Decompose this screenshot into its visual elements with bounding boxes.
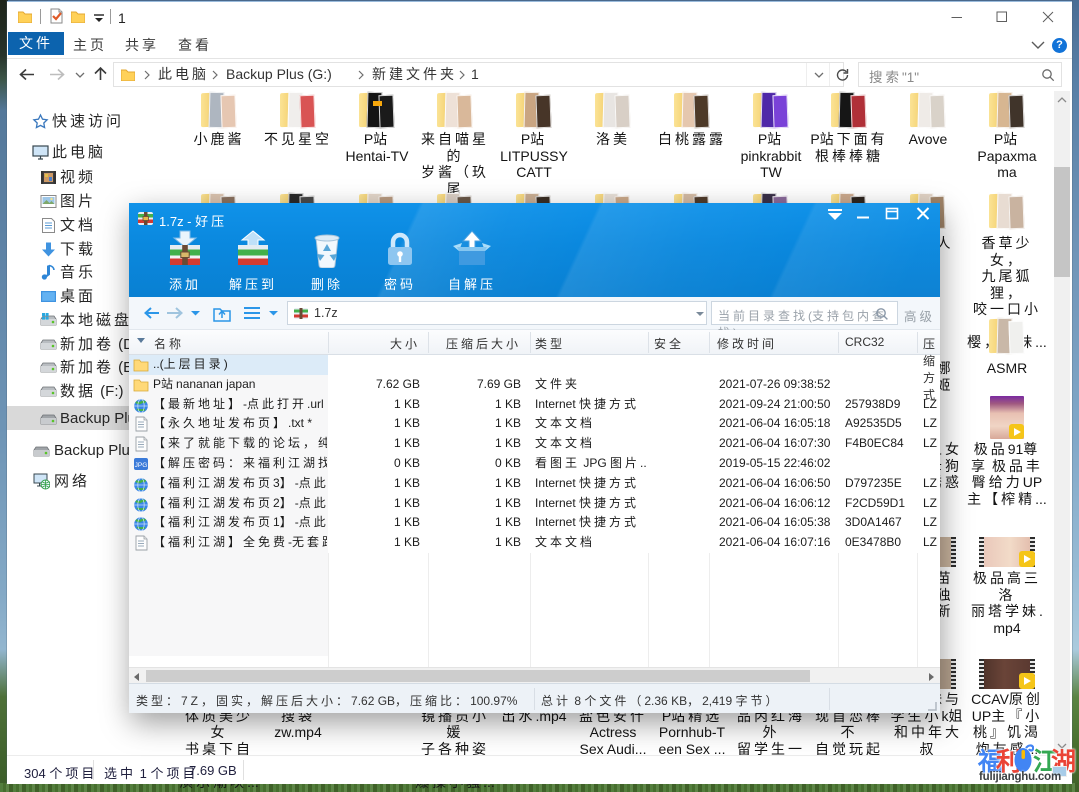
svg-text:JPG: JPG	[135, 462, 148, 469]
